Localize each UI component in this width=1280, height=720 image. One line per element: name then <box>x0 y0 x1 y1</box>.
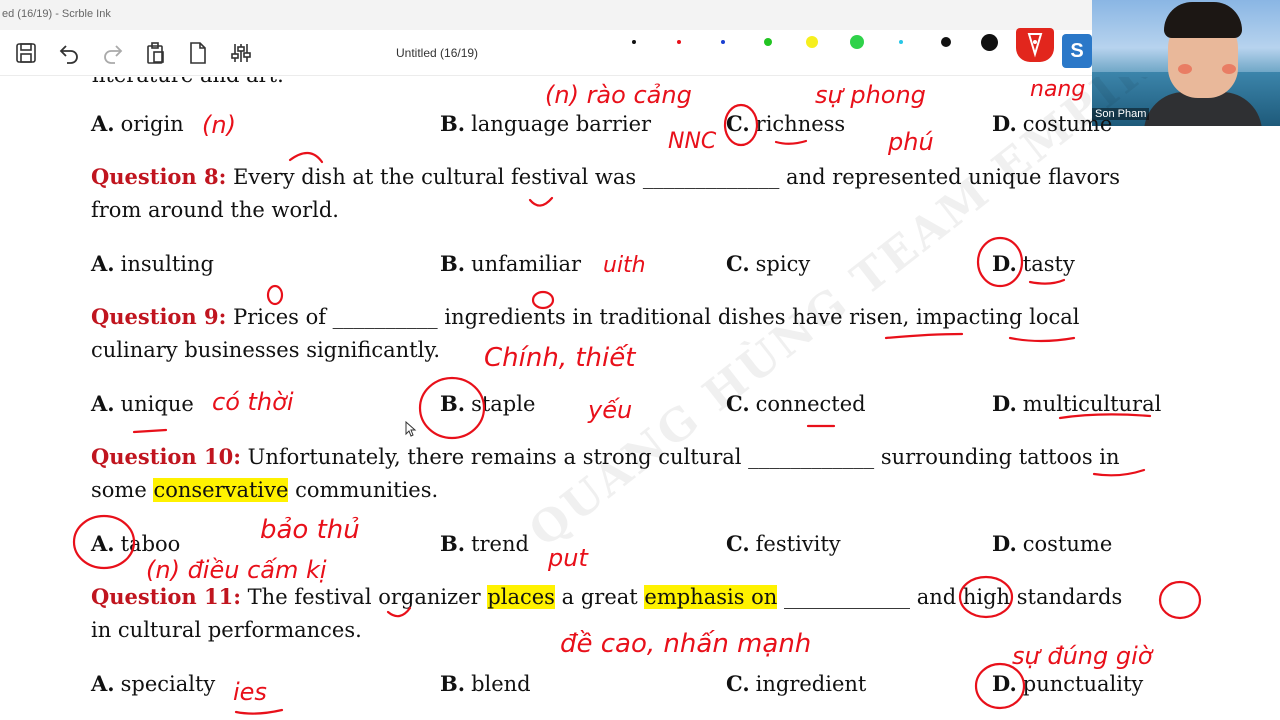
title-bar: ed (16/19) - Scrble Ink <box>0 0 1280 30</box>
q10-option-a: A. taboo <box>91 531 181 556</box>
highlighter-green[interactable] <box>850 35 864 49</box>
q11-option-c: C. ingredient <box>726 671 867 696</box>
q7-option-c: C. richness <box>726 111 846 136</box>
q9-option-b: B. staple <box>440 391 536 416</box>
pen-black-thick[interactable] <box>981 34 998 51</box>
webcam-hair <box>1164 2 1242 38</box>
q7-option-d: D. costume <box>992 111 1113 136</box>
pen-black-medium[interactable] <box>941 37 951 47</box>
q8-option-d: D. tasty <box>992 251 1075 276</box>
active-pen-button[interactable] <box>1016 28 1054 62</box>
save-icon[interactable] <box>14 41 38 65</box>
q9-line2: culinary businesses significantly. <box>91 338 441 362</box>
highlight-conservative: conservative <box>153 478 289 502</box>
q8-option-a: A. insulting <box>91 251 214 276</box>
mouse-cursor-icon <box>405 421 417 437</box>
pen-blue-thin[interactable] <box>721 40 725 44</box>
q9-option-d: D. multicultural <box>992 391 1162 416</box>
q10-line1: Question 10: Unfortunately, there remain… <box>91 444 1120 469</box>
pen-green[interactable] <box>764 38 772 46</box>
redo-icon[interactable] <box>101 41 125 65</box>
webcam-cheek <box>1222 64 1236 74</box>
q10-option-c: C. festivity <box>726 531 841 556</box>
new-page-icon[interactable] <box>186 41 210 65</box>
pen-black-thin[interactable] <box>632 40 636 44</box>
q11-option-a: A. specialty <box>91 671 216 696</box>
q7-option-a: A. origin <box>91 111 184 136</box>
q8-line1: Question 8: Every dish at the cultural f… <box>91 164 1120 189</box>
q10-option-b: B. trend <box>440 531 529 556</box>
partial-line: literature and art. <box>92 77 284 87</box>
window-title: ed (16/19) - Scrble Ink <box>2 8 111 20</box>
q11-line1: Question 11: The festival organizer plac… <box>91 584 1123 609</box>
q8-line2: from around the world. <box>91 198 339 222</box>
pen-nib-icon <box>1027 33 1043 58</box>
document-title: Untitled (16/19) <box>396 46 479 60</box>
app-badge[interactable]: S <box>1062 34 1092 68</box>
q9-option-c: C. connected <box>726 391 866 416</box>
q8-option-c: C. spicy <box>726 251 811 276</box>
q10-option-d: D. costume <box>992 531 1113 556</box>
q11-option-d: D. punctuality <box>992 671 1144 696</box>
q9-option-a: A. unique <box>91 391 194 416</box>
q7-option-b: B. language barrier <box>440 111 652 136</box>
webcam-cheek <box>1178 64 1192 74</box>
q10-line2: some conservative communities. <box>91 478 439 502</box>
highlight-places: places <box>487 585 555 609</box>
undo-icon[interactable] <box>57 41 81 65</box>
q11-line2: in cultural performances. <box>91 618 362 642</box>
paste-icon[interactable] <box>143 41 167 65</box>
q11-option-b: B. blend <box>440 671 531 696</box>
pen-red-thin[interactable] <box>677 40 681 44</box>
document-page[interactable]: QUANG HÙNG TEAM EMPIRE literature and ar… <box>0 77 1280 720</box>
pen-cyan[interactable] <box>899 40 903 44</box>
q9-line1: Question 9: Prices of __________ ingredi… <box>91 304 1080 329</box>
highlight-emphasis-on: emphasis on <box>644 585 778 609</box>
highlighter-yellow[interactable] <box>806 36 818 48</box>
settings-sliders-icon[interactable] <box>229 41 253 65</box>
q8-option-b: B. unfamiliar <box>440 251 582 276</box>
